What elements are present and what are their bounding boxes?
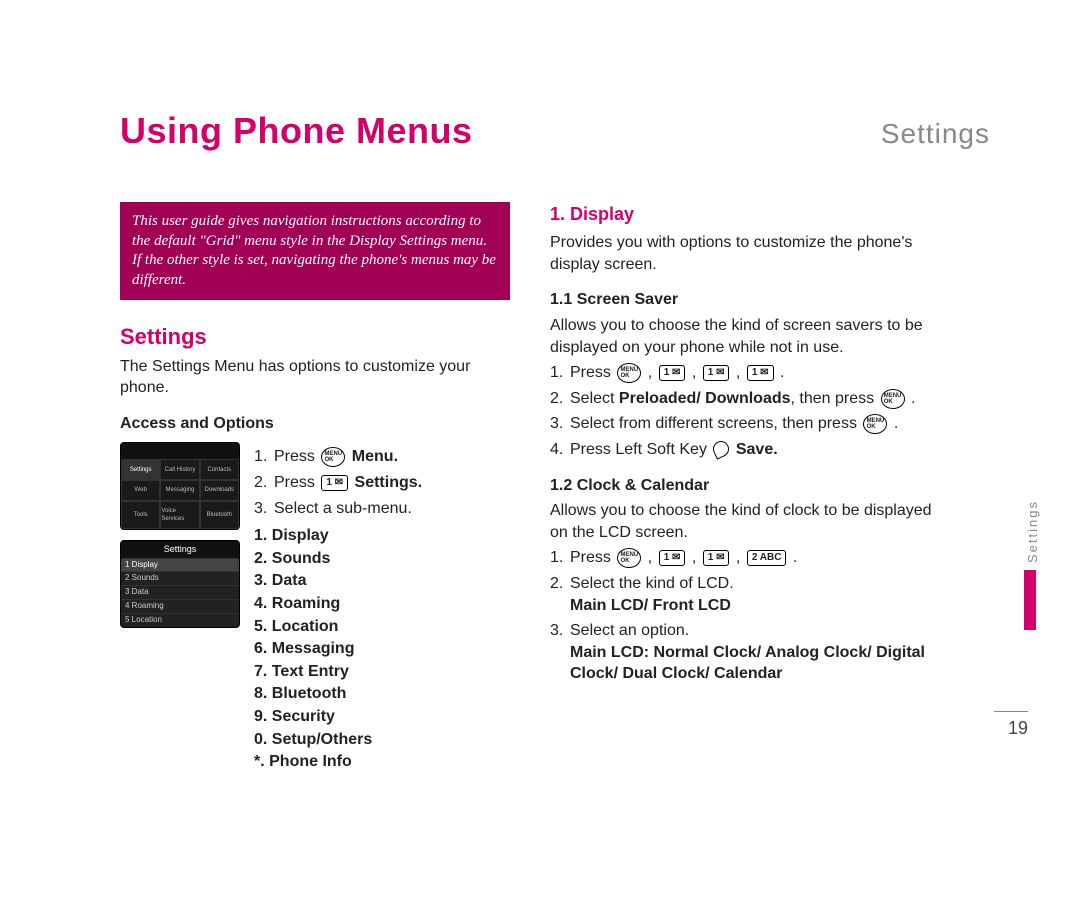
- screenshot-settings-list: Settings 1 Display 2 Sounds 3 Data 4 Roa…: [120, 540, 240, 628]
- menu-ok-key-icon: MENUOK: [617, 548, 641, 568]
- page-title: Using Phone Menus: [120, 110, 473, 152]
- key-1: 1 ✉: [747, 365, 774, 381]
- submenu-list: 1. Display 2. Sounds 3. Data 4. Roaming …: [254, 525, 422, 773]
- key-2abc: 2 ABC: [747, 550, 787, 566]
- display-heading: 1. Display: [550, 202, 940, 226]
- access-steps: Press MENUOK Menu. Press 1 ✉ Settings. S…: [254, 442, 422, 773]
- screenshot-grid-menu: Settings Call History Contacts Web Messa…: [120, 442, 240, 530]
- cc-step-1: Press MENUOK , 1 ✉ , 1 ✉ , 2 ABC .: [550, 547, 940, 569]
- clock-calendar-body: Allows you to choose the kind of clock t…: [550, 500, 940, 543]
- screen-saver-heading: 1.1 Screen Saver: [550, 289, 940, 311]
- key-1: 1 ✉: [703, 550, 730, 566]
- cc-step-2: Select the kind of LCD. Main LCD/ Front …: [550, 573, 940, 616]
- key-1: 1 ✉: [703, 365, 730, 381]
- menu-ok-key-icon: MENUOK: [881, 389, 905, 409]
- access-step-1: Press MENUOK Menu.: [254, 446, 422, 468]
- right-column: 1. Display Provides you with options to …: [550, 202, 990, 774]
- clock-calendar-heading: 1.2 Clock & Calendar: [550, 475, 940, 497]
- ss-step-1: Press MENUOK , 1 ✉ , 1 ✉ , 1 ✉ .: [550, 362, 940, 384]
- side-tab: Settings: [1022, 510, 1038, 630]
- settings-heading: Settings: [120, 322, 510, 352]
- screen-saver-body: Allows you to choose the kind of screen …: [550, 315, 940, 358]
- settings-intro: The Settings Menu has options to customi…: [120, 356, 510, 399]
- cc-step-3: Select an option. Main LCD: Normal Clock…: [550, 620, 940, 685]
- key-1: 1 ✉: [659, 365, 686, 381]
- key-1: 1 ✉: [321, 475, 348, 491]
- display-body: Provides you with options to customize t…: [550, 232, 940, 275]
- access-step-2: Press 1 ✉ Settings.: [254, 472, 422, 494]
- left-soft-key-icon: [711, 438, 732, 459]
- menu-ok-key-icon: MENUOK: [617, 363, 641, 383]
- access-options-heading: Access and Options: [120, 413, 510, 435]
- section-title: Settings: [881, 118, 990, 150]
- page-number: 19: [994, 711, 1028, 739]
- ss-step-4: Press Left Soft Key Save.: [550, 439, 940, 461]
- access-step-3: Select a sub-menu.: [254, 498, 422, 520]
- left-column: This user guide gives navigation instruc…: [120, 202, 510, 774]
- side-tab-bar: [1024, 570, 1036, 630]
- note-box: This user guide gives navigation instruc…: [120, 202, 510, 300]
- menu-ok-key-icon: MENUOK: [321, 447, 345, 467]
- menu-ok-key-icon: MENUOK: [863, 414, 887, 434]
- ss-step-3: Select from different screens, then pres…: [550, 413, 940, 435]
- side-tab-label: Settings: [1025, 500, 1040, 563]
- key-1: 1 ✉: [659, 550, 686, 566]
- phone-screenshots: Settings Call History Contacts Web Messa…: [120, 442, 240, 773]
- ss-step-2: Select Preloaded/ Downloads, then press …: [550, 388, 940, 410]
